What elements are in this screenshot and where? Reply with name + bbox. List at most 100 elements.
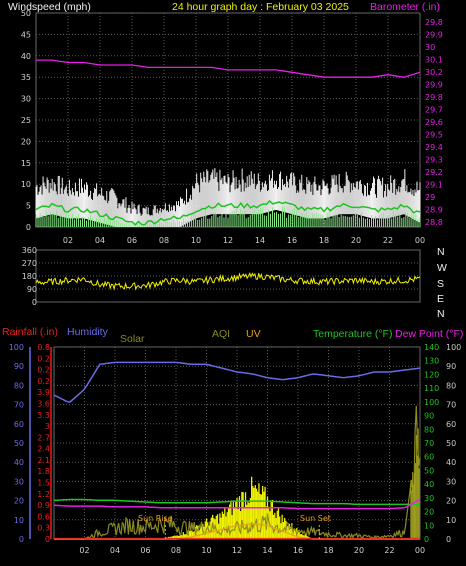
temp-far-tick: 0 xyxy=(446,535,451,544)
dir-right-letter: N xyxy=(437,308,445,320)
weather-x-tick: 14 xyxy=(262,546,272,555)
barometer-tick: 29.9 xyxy=(425,81,443,90)
barometer-tick: 29.3 xyxy=(425,156,443,165)
weather-x-tick: 20 xyxy=(354,546,364,555)
barometer-line xyxy=(36,59,421,78)
legend-uv: UV xyxy=(246,328,261,340)
temp-tick: 100 xyxy=(424,398,439,407)
temp-far-tick: 60 xyxy=(446,420,456,429)
wind-y-tick: 40 xyxy=(21,52,31,61)
weather-x-tick: 02 xyxy=(79,546,89,555)
humidity-tick: 60 xyxy=(14,420,24,429)
rain-tick: 2.4 xyxy=(37,445,50,454)
dir-right-letter: N xyxy=(437,246,445,258)
weather-chart-canvas: Windspeed (mph) 24 hour graph day : Febr… xyxy=(2,1,463,555)
legend-temperature: Temperature (°F) xyxy=(313,328,392,340)
barometer-tick: 29.8 xyxy=(425,18,443,27)
rain-tick: 1.5 xyxy=(37,479,50,488)
barometer-tick: 29.4 xyxy=(425,143,443,152)
rain-tick: 3.9 xyxy=(37,388,50,397)
dir-y-tick: 90 xyxy=(27,285,37,294)
barometer-tick: 30 xyxy=(425,43,435,52)
rain-tick: 3.6 xyxy=(37,399,50,408)
humidity-tick: 20 xyxy=(14,497,24,506)
weather-graph: Windspeed (mph) 24 hour graph day : Febr… xyxy=(0,0,466,566)
weather-x-tick: 12 xyxy=(232,546,242,555)
wind-x-tick: 06 xyxy=(127,236,137,245)
rain-tick: 0.8 xyxy=(37,343,50,352)
temp-far-tick: 90 xyxy=(446,362,456,371)
dir-y-tick: 0 xyxy=(32,298,37,307)
weather-x-tick: 04 xyxy=(110,546,120,555)
legend-aqi: AQI xyxy=(212,328,230,340)
temp-far-tick: 10 xyxy=(446,516,456,525)
humidity-tick: 90 xyxy=(14,362,24,371)
weather-x-tick: 18 xyxy=(323,546,333,555)
weather-x-tick: 00 xyxy=(415,546,425,555)
temp-tick: 90 xyxy=(424,412,434,421)
rain-tick: 0.2 xyxy=(37,354,50,363)
wind-y-tick: 35 xyxy=(21,73,31,82)
wind-y-tick: 5 xyxy=(26,202,31,211)
dir-y-tick: 180 xyxy=(22,272,37,281)
weather-x-tick: 22 xyxy=(384,546,394,555)
barometer-tick: 30.2 xyxy=(425,68,443,77)
humidity-tick: 50 xyxy=(14,439,24,448)
barometer-tick: 29.5 xyxy=(425,131,443,140)
rain-tick: 3 xyxy=(45,422,50,431)
barometer-tick: 28.9 xyxy=(425,206,443,215)
weather-x-tick: 08 xyxy=(171,546,181,555)
legend-rainfall: Rainfall (.in) xyxy=(2,326,58,338)
legend-dewpoint: Dew Point (°F) xyxy=(395,328,463,340)
temp-tick: 40 xyxy=(424,480,434,489)
temp-tick: 120 xyxy=(424,370,439,379)
wind-y-tick: 25 xyxy=(21,116,31,125)
wind-x-tick: 22 xyxy=(383,236,393,245)
dir-right-letter: S xyxy=(437,278,444,290)
wind-y-tick: 50 xyxy=(21,9,31,18)
barometer-tick: 29.6 xyxy=(425,118,443,127)
rain-tick: 0 xyxy=(45,535,50,544)
barometer-tick: 29.8 xyxy=(425,93,443,102)
wind-y-tick: 0 xyxy=(26,223,31,232)
wind-y-tick: 30 xyxy=(21,95,31,104)
dir-y-tick: 360 xyxy=(22,246,37,255)
rain-tick: 3.3 xyxy=(37,411,50,420)
wind-x-tick: 08 xyxy=(159,236,169,245)
temp-far-tick: 40 xyxy=(446,458,456,467)
wind-x-tick: 12 xyxy=(223,236,233,245)
wind-x-tick: 16 xyxy=(287,236,297,245)
humidity-tick: 100 xyxy=(9,343,24,352)
rain-tick: 2.1 xyxy=(37,456,50,465)
wind-x-tick: 20 xyxy=(351,236,361,245)
temp-tick: 130 xyxy=(424,357,439,366)
temp-far-tick: 50 xyxy=(446,439,456,448)
humidity-tick: 30 xyxy=(14,477,24,486)
chart-title: 24 hour graph day : February 03 2025 xyxy=(172,1,349,13)
temp-tick: 140 xyxy=(424,343,439,352)
dir-right-letter: W xyxy=(437,262,447,274)
wind-x-tick: 10 xyxy=(191,236,201,245)
barometer-title: Barometer (.in) xyxy=(370,1,440,13)
wind-y-tick: 45 xyxy=(21,30,31,39)
weather-x-tick: 06 xyxy=(140,546,150,555)
legend-humidity: Humidity xyxy=(67,326,109,338)
temp-tick: 0 xyxy=(424,535,429,544)
wind-x-tick: 00 xyxy=(415,236,425,245)
wind-y-tick: 20 xyxy=(21,137,31,146)
humidity-tick: 10 xyxy=(14,516,24,525)
barometer-tick: 30.1 xyxy=(425,56,443,65)
rain-tick: 1.8 xyxy=(37,467,50,476)
temp-tick: 80 xyxy=(424,425,434,434)
legend-solar: Solar xyxy=(120,333,145,345)
barometer-tick: 29.1 xyxy=(425,181,443,190)
rain-tick: 0.3 xyxy=(37,524,50,533)
barometer-tick: 29.9 xyxy=(425,31,443,40)
temp-tick: 20 xyxy=(424,508,434,517)
barometer-tick: 28.8 xyxy=(425,218,443,227)
temp-tick: 110 xyxy=(424,384,439,393)
humidity-tick: 70 xyxy=(14,401,24,410)
temp-tick: 50 xyxy=(424,466,434,475)
wind-y-tick: 10 xyxy=(21,180,31,189)
temp-far-tick: 20 xyxy=(446,497,456,506)
